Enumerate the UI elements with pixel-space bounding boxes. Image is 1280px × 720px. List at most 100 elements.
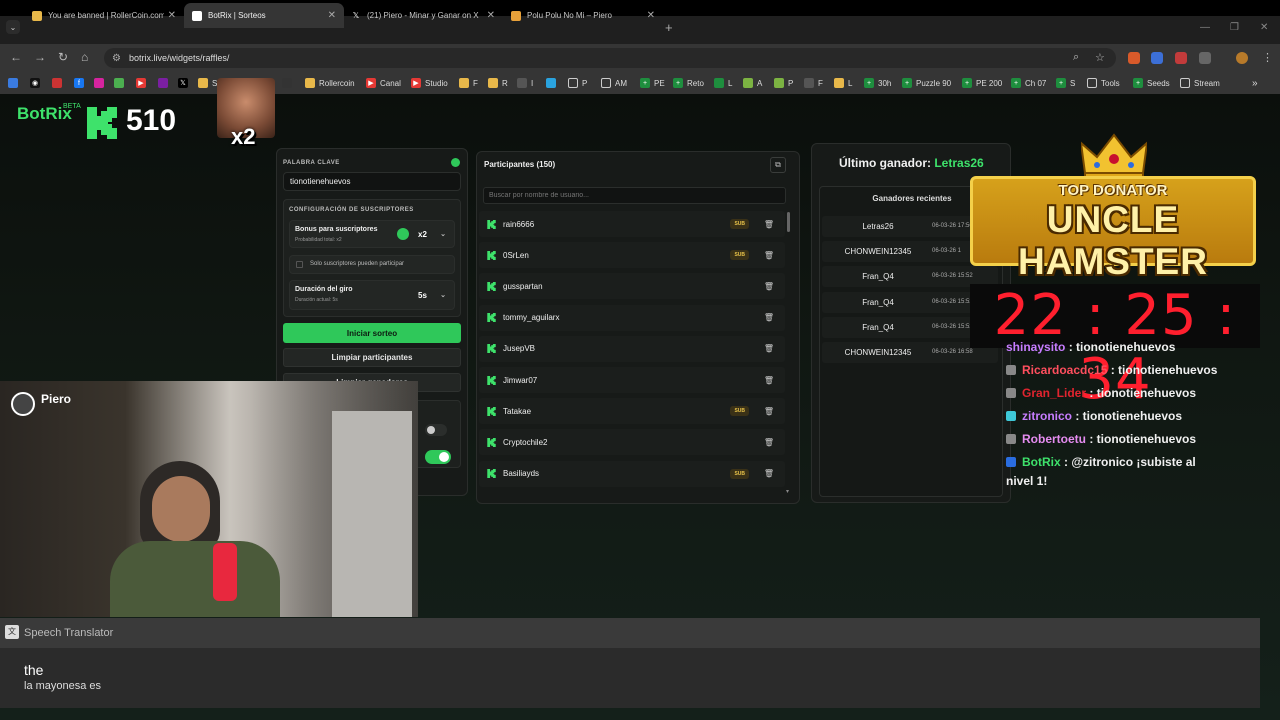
- profile-avatar[interactable]: [1236, 52, 1248, 64]
- bookmark-a[interactable]: A: [743, 76, 762, 90]
- bookmark-icon-only[interactable]: [158, 76, 172, 90]
- trash-icon[interactable]: 🗑: [761, 344, 777, 353]
- bookmark-s2[interactable]: + S: [1056, 76, 1075, 90]
- maximize-icon[interactable]: ❐: [1230, 22, 1239, 33]
- bookmark-icon-only[interactable]: [546, 76, 560, 90]
- bookmark-icon-only[interactable]: [282, 76, 296, 90]
- winner-name: CHONWEIN12345: [844, 348, 912, 357]
- start-raffle-button[interactable]: Iniciar sorteo: [283, 323, 461, 343]
- trash-icon[interactable]: 🗑: [761, 220, 777, 229]
- chat-text: : tionotienehuevos: [1072, 409, 1183, 423]
- home-icon[interactable]: ⌂: [81, 50, 88, 64]
- bookmark-folder-stream[interactable]: Stream: [1180, 76, 1220, 90]
- extension-icon[interactable]: [1151, 52, 1163, 64]
- bookmark-pe-200[interactable]: + PE 200: [962, 76, 1002, 90]
- toggle-off[interactable]: [425, 424, 447, 436]
- close-tab-icon[interactable]: ✕: [168, 10, 176, 21]
- new-tab-icon[interactable]: +: [665, 20, 673, 35]
- scroll-down-icon[interactable]: ▾: [786, 488, 789, 495]
- browser-menu-icon[interactable]: ⋮: [1262, 51, 1273, 64]
- back-icon[interactable]: ←: [10, 50, 22, 64]
- bookmark-r[interactable]: R: [488, 76, 508, 90]
- bookmark-f[interactable]: F: [459, 76, 478, 90]
- more-bookmarks-icon[interactable]: »: [1252, 76, 1258, 90]
- participant-row: 0SrLen SUB 🗑: [479, 242, 785, 269]
- bookmark-icon-only[interactable]: [8, 76, 22, 90]
- bookmark-icon-only[interactable]: f: [74, 76, 88, 90]
- kick-k-icon: [487, 313, 496, 323]
- beta-label: BETA: [63, 103, 81, 110]
- participant-search-input[interactable]: [483, 187, 786, 204]
- bookmark-p[interactable]: P: [774, 76, 793, 90]
- list-scrollbar[interactable]: [787, 212, 790, 232]
- copy-icon[interactable]: ⧉: [770, 157, 786, 173]
- bookmark-30h[interactable]: +30h: [864, 76, 891, 90]
- close-tab-icon[interactable]: ✕: [647, 10, 655, 21]
- bookmark-icon-only[interactable]: ◉: [30, 76, 44, 90]
- reload-icon[interactable]: ↻: [58, 50, 68, 64]
- bookmark-icon-only[interactable]: [94, 76, 108, 90]
- bookmark-s[interactable]: S: [198, 76, 217, 90]
- info-icon[interactable]: [451, 158, 460, 167]
- bookmark-icon-only[interactable]: 𝕏: [178, 76, 192, 90]
- bonus-select[interactable]: x2 ⌄: [414, 226, 450, 242]
- address-bar[interactable]: ⚙ botrix.live/widgets/raffles/: [104, 48, 1116, 68]
- trash-icon[interactable]: 🗑: [761, 251, 777, 260]
- winner-name: CHONWEIN12345: [844, 247, 912, 257]
- forward-icon[interactable]: →: [34, 50, 46, 64]
- trash-icon[interactable]: 🗑: [761, 282, 777, 291]
- bookmark-i[interactable]: I: [517, 76, 533, 90]
- bookmark-rollercoin[interactable]: Rollercoin: [305, 76, 355, 90]
- bookmark-f2[interactable]: F: [804, 76, 823, 90]
- participant-name: rain6666: [503, 219, 535, 229]
- tab-search-icon[interactable]: ⌄: [6, 20, 20, 34]
- bookmark-star-icon[interactable]: ☆: [1095, 51, 1105, 64]
- bookmark-folder-p[interactable]: P: [568, 76, 587, 90]
- trash-icon[interactable]: 🗑: [761, 407, 777, 416]
- bookmark-seeds[interactable]: + Seeds: [1133, 76, 1170, 90]
- trash-icon[interactable]: 🗑: [761, 469, 777, 478]
- trash-icon[interactable]: 🗑: [761, 438, 777, 447]
- tab-botrix[interactable]: BotRix | Sorteos ✕: [184, 3, 344, 28]
- bookmark-pe[interactable]: + PE: [640, 76, 665, 90]
- extension-icon[interactable]: [1175, 52, 1187, 64]
- close-tab-icon[interactable]: ✕: [487, 10, 495, 21]
- bookmark-icon-only[interactable]: ▶: [136, 76, 150, 90]
- sub-badge: SUB: [730, 250, 749, 261]
- extension-icon[interactable]: [1128, 52, 1140, 64]
- extensions-puzzle-icon[interactable]: [1199, 52, 1211, 64]
- participant-name: Cryptochile2: [503, 437, 548, 447]
- spin-select-value: 5s: [418, 290, 427, 300]
- bonus-select-value: x2: [418, 229, 427, 239]
- bookmark-canal[interactable]: ▶ Canal: [366, 76, 401, 90]
- bookmark-puzzle-90[interactable]: + Puzzle 90: [902, 76, 951, 90]
- bookmark-studio[interactable]: ▶ Studio: [411, 76, 448, 90]
- tab-x[interactable]: 𝕏 (21) Piero - Minar y Ganar on X ✕: [343, 3, 503, 28]
- tab-polu[interactable]: Polu Polu No Mi – Piero ✕: [503, 3, 663, 28]
- tab-rollercoin[interactable]: You are banned | RollerCoin.com ✕: [24, 3, 184, 28]
- keyword-input[interactable]: tionotienehuevos: [283, 172, 461, 191]
- site-info-icon[interactable]: ⚙: [112, 53, 121, 64]
- bookmark-icon-only[interactable]: [52, 76, 66, 90]
- trash-icon[interactable]: 🗑: [761, 376, 777, 385]
- bookmark-icon-only[interactable]: [114, 76, 128, 90]
- zoom-icon[interactable]: ⌕: [1073, 51, 1079, 64]
- minimize-icon[interactable]: —: [1200, 22, 1210, 33]
- trash-icon[interactable]: 🗑: [761, 313, 777, 322]
- bookmark-reto[interactable]: + Reto: [673, 76, 704, 90]
- close-window-icon[interactable]: ✕: [1260, 22, 1268, 33]
- bookmark-am[interactable]: AM: [601, 76, 627, 90]
- bonus-info-icon[interactable]: [397, 228, 409, 240]
- sub-badge: SUB: [730, 219, 749, 229]
- chat-text: : tionotienehuevos: [1086, 386, 1197, 400]
- winner-date: 06-03-26 16:58: [932, 349, 973, 355]
- bookmark-ch-07[interactable]: + Ch 07: [1011, 76, 1046, 90]
- clear-participants-button[interactable]: Limpiar participantes: [283, 348, 461, 367]
- bookmark-l2[interactable]: L: [834, 76, 852, 90]
- spin-select[interactable]: 5s ⌄: [414, 287, 450, 303]
- subs-only-checkbox[interactable]: [296, 261, 303, 268]
- bookmark-l[interactable]: L: [714, 76, 732, 90]
- bookmark-folder-tools[interactable]: Tools: [1087, 76, 1120, 90]
- close-tab-icon[interactable]: ✕: [328, 10, 336, 21]
- toggle-on[interactable]: [425, 450, 451, 464]
